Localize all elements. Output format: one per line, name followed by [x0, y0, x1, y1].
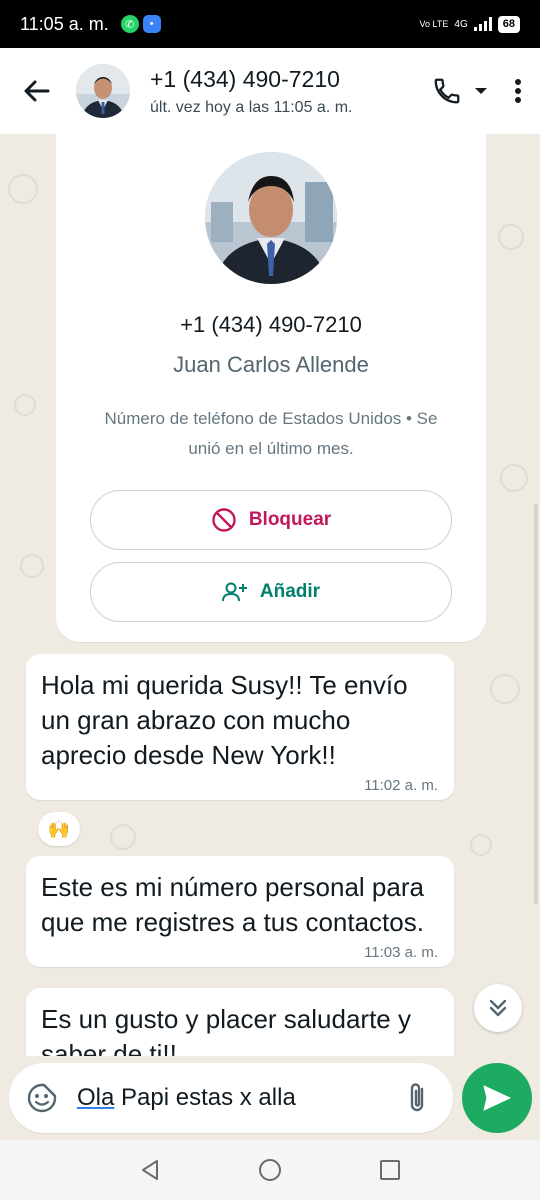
attach-button[interactable]: [403, 1081, 433, 1115]
whatsapp-notification-icon: ✆: [120, 15, 139, 33]
profile-name: Juan Carlos Allende: [173, 352, 369, 377]
message-input[interactable]: Ola Papi estas x alla: [77, 1084, 403, 1112]
paperclip-icon: [410, 1083, 424, 1112]
profile-phone-number: +1 (434) 490-7210: [180, 312, 362, 337]
wallpaper-doodle: [8, 174, 38, 204]
nav-recents-button[interactable]: [370, 1150, 410, 1190]
message-bubble[interactable]: Este es mi número personal para que me r…: [26, 856, 454, 967]
send-button[interactable]: [462, 1063, 532, 1133]
wallpaper-doodle: [500, 464, 528, 492]
status-time: 11:05 a. m.: [20, 13, 109, 34]
nav-home-button[interactable]: [250, 1150, 290, 1190]
message-bubble[interactable]: Es un gusto y placer saludarte y saber d…: [26, 988, 454, 1056]
message-text: Es un gusto y placer saludarte y saber d…: [41, 1004, 411, 1056]
sticker-icon: [27, 1083, 57, 1113]
square-recents-icon: [380, 1160, 400, 1180]
scrollbar[interactable]: [534, 504, 538, 904]
message-time: 11:02 a. m.: [364, 777, 438, 794]
phone-icon: [434, 78, 460, 104]
wallpaper-doodle: [110, 824, 136, 850]
chat-header: +1 (434) 490-7210 últ. vez hoy a las 11:…: [0, 48, 540, 134]
contact-title[interactable]: +1 (434) 490-7210: [150, 66, 432, 93]
wallpaper-doodle: [14, 394, 36, 416]
spellcheck-word: Ola: [77, 1084, 115, 1111]
battery-icon: 68: [497, 15, 520, 33]
send-icon: [483, 1085, 511, 1111]
wallpaper-doodle: [498, 224, 524, 250]
message-composer: Ola Papi estas x alla: [0, 1056, 540, 1140]
add-person-icon: [221, 582, 247, 602]
profile-description: Número de teléfono de Estados Unidos • S…: [104, 409, 438, 458]
status-bar: 11:05 a. m. ✆ • Vo LTE 4G 68: [0, 0, 540, 48]
wallpaper-doodle: [20, 554, 44, 578]
back-button[interactable]: [8, 63, 64, 119]
chevron-down-icon: [475, 88, 487, 94]
input-text-rest: Papi estas x alla: [114, 1084, 296, 1111]
profile-photo[interactable]: [205, 152, 337, 284]
double-chevron-down-icon: [489, 999, 507, 1017]
system-navigation-bar: [0, 1140, 540, 1200]
message-text: Este es mi número personal para que me r…: [41, 872, 424, 937]
block-icon: [212, 508, 236, 532]
volte-indicator: Vo LTE: [419, 18, 449, 29]
contact-avatar[interactable]: [76, 64, 130, 118]
more-vertical-icon: [515, 79, 521, 103]
back-arrow-icon: [24, 80, 50, 102]
wallpaper-doodle: [470, 834, 492, 856]
message-text: Hola mi querida Susy!! Te envío un gran …: [41, 670, 408, 770]
add-label: Añadir: [259, 581, 321, 602]
triangle-back-icon: [142, 1160, 158, 1180]
signal-icon: [473, 17, 492, 31]
message-time: 11:03 a. m.: [364, 944, 438, 961]
network-type: 4G: [454, 18, 468, 30]
scroll-to-bottom-button[interactable]: [474, 984, 522, 1032]
message-reaction[interactable]: 🙌: [38, 812, 80, 846]
sticker-button[interactable]: [25, 1081, 59, 1115]
chat-area[interactable]: +1 (434) 490-7210 Juan Carlos Allende Nú…: [0, 134, 540, 1056]
message-bubble[interactable]: Hola mi querida Susy!! Te envío un gran …: [26, 654, 454, 800]
call-options-dropdown[interactable]: [474, 86, 488, 96]
contact-info-card: +1 (434) 490-7210 Juan Carlos Allende Nú…: [56, 134, 486, 642]
more-options-button[interactable]: [514, 78, 522, 104]
message-input-container[interactable]: Ola Papi estas x alla: [9, 1063, 453, 1133]
nav-back-button[interactable]: [130, 1150, 170, 1190]
add-contact-button[interactable]: Añadir: [90, 562, 452, 622]
message-notification-icon: •: [142, 15, 161, 33]
last-seen-status: últ. vez hoy a las 11:05 a. m.: [150, 98, 353, 116]
block-button[interactable]: Bloquear: [90, 490, 452, 550]
block-label: Bloquear: [248, 509, 332, 530]
circle-home-icon: [259, 1159, 281, 1181]
wallpaper-doodle: [490, 674, 520, 704]
call-button[interactable]: [432, 76, 462, 106]
